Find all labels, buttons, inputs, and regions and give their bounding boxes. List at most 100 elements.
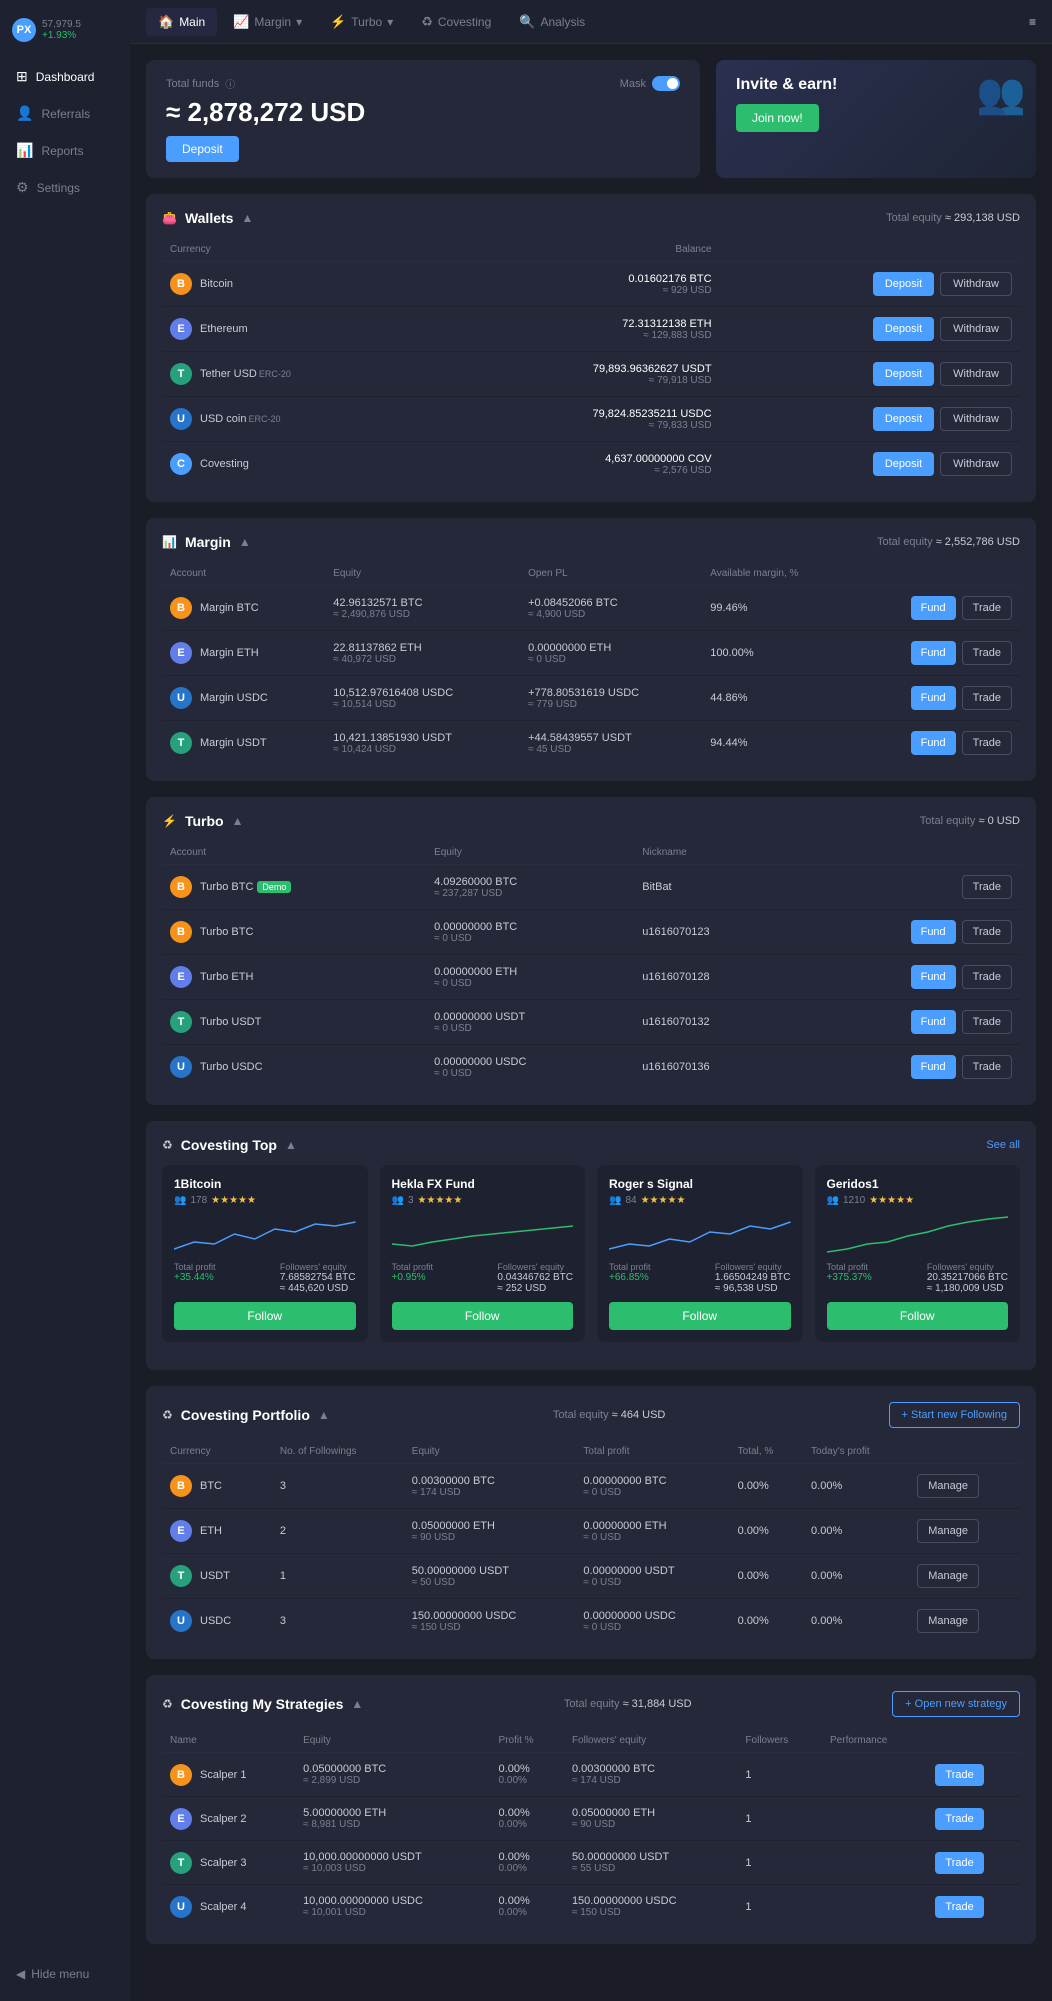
start-following-button[interactable]: + Start new Following [889,1402,1020,1428]
deposit-btn-tether[interactable]: Deposit [873,362,934,386]
portfolio-currency-USDT: T USDT [162,1554,272,1599]
topnav-menu-icon[interactable]: ≡ [1029,15,1036,29]
topnav-main[interactable]: 🏠 Main [146,8,217,36]
portfolio-profit-USDT: 0.00000000 USDT ≈ 0 USD [575,1554,729,1599]
turbo-trade-btn-turbo-btc[interactable]: Trade [962,920,1012,944]
turbo-account-cell: B Turbo BTC [162,910,426,955]
strategy-trade-btn-Scalper 3[interactable]: Trade [935,1852,983,1874]
withdraw-btn-covesting[interactable]: Withdraw [940,452,1012,476]
deposit-btn-ethereum[interactable]: Deposit [873,317,934,341]
followers-equity-label-1bitcoin: Followers' equity [280,1262,356,1272]
covesting-portfolio-collapse-icon[interactable]: ▲ [318,1408,330,1422]
topnav-turbo-label: Turbo [351,15,382,29]
turbo-fund-btn-turbo-usdt[interactable]: Fund [911,1010,956,1034]
trade-btn-margin-btc[interactable]: Trade [962,596,1012,620]
turbo-trade-btn-turbo-eth[interactable]: Trade [962,965,1012,989]
topnav-turbo[interactable]: ⚡ Turbo ▾ [318,8,405,36]
deposit-btn-bitcoin[interactable]: Deposit [873,272,934,296]
see-all-link[interactable]: See all [986,1139,1020,1151]
turbo-trade-btn-turbo-usdc[interactable]: Trade [962,1055,1012,1079]
manage-btn-BTC[interactable]: Manage [917,1474,979,1498]
margin-col-equity: Equity [325,562,520,586]
wallet-balance-bitcoin: 0.01602176 BTC ≈ 929 USD [458,262,720,307]
trade-btn-margin-usdc[interactable]: Trade [962,686,1012,710]
wallets-section: 👛 Wallets ▲ Total equity ≈ 293,138 USD C… [146,194,1036,502]
sidebar-item-referrals[interactable]: 👤 Referrals [0,95,130,132]
strategy-followers-equity-Scalper 2: 0.05000000 ETH ≈ 90 USD [564,1797,737,1841]
manage-btn-USDT[interactable]: Manage [917,1564,979,1588]
margin-equity: Total equity ≈ 2,552,786 USD [877,536,1020,548]
fund-btn-margin-usdc[interactable]: Fund [911,686,956,710]
fund-btn-margin-usdt[interactable]: Fund [911,731,956,755]
portfolio-total-pct-USDT: 0.00% [730,1554,803,1599]
margin-equity-margin-eth: 22.81137862 ETH ≈ 40,972 USD [325,631,520,676]
turbo-fund-btn-turbo-btc[interactable]: Fund [911,920,956,944]
withdraw-btn-tether[interactable]: Withdraw [940,362,1012,386]
sidebar-item-dashboard[interactable]: ⊞ Dashboard [0,58,130,95]
coin-icon-covesting: C [170,453,192,475]
open-strategy-button[interactable]: + Open new strategy [892,1691,1020,1717]
follow-btn-heklafx[interactable]: Follow [392,1302,574,1330]
main-deposit-button[interactable]: Deposit [166,136,239,162]
coin-icon-usdcoin: U [170,408,192,430]
total-profit-label-heklafx: Total profit [392,1262,434,1272]
margin-collapse-icon[interactable]: ▲ [239,535,251,549]
sidebar-item-label-referrals: Referrals [41,107,90,121]
follow-btn-roger[interactable]: Follow [609,1302,791,1330]
trade-btn-margin-eth[interactable]: Trade [962,641,1012,665]
turbo-fund-btn-turbo-usdc[interactable]: Fund [911,1055,956,1079]
withdraw-btn-ethereum[interactable]: Withdraw [940,317,1012,341]
covesting-top-icon: ♻ [162,1138,173,1152]
strategy-profit-Scalper 4: 0.00% 0.00% [491,1885,564,1929]
margin-name-margin-usdc: Margin USDC [200,692,268,704]
coin-icon-margin-eth: E [170,642,192,664]
hide-menu-button[interactable]: ◀ Hide menu [0,1957,130,1991]
margin-avail-margin-eth: 100.00% [702,631,851,676]
covesting-strategies-collapse-icon[interactable]: ▲ [351,1697,363,1711]
covesting-top-collapse-icon[interactable]: ▲ [285,1138,297,1152]
strategy-trade-btn-Scalper 2[interactable]: Trade [935,1808,983,1830]
covesting-strategies-icon: ♻ [162,1697,173,1711]
manage-btn-USDC[interactable]: Manage [917,1609,979,1633]
wallet-currency-cell: T Tether USDERC-20 [162,352,427,397]
margin-col-openpl: Open PL [520,562,702,586]
wallet-balance-tether: 79,893.96362627 USDT ≈ 79,918 USD [458,352,720,397]
topnav-covesting[interactable]: ♻ Covesting [409,8,503,36]
turbo-fund-btn-turbo-eth[interactable]: Fund [911,965,956,989]
covesting-portfolio-icon: ♻ [162,1408,173,1422]
withdraw-btn-bitcoin[interactable]: Withdraw [940,272,1012,296]
deposit-btn-usdcoin[interactable]: Deposit [873,407,934,431]
withdraw-btn-usdcoin[interactable]: Withdraw [940,407,1012,431]
sidebar-item-reports[interactable]: 📊 Reports [0,132,130,169]
cov-stars-1bitcoin: ★★★★★ [211,1195,256,1206]
sidebar-item-settings[interactable]: ⚙ Settings [0,169,130,206]
topnav-margin[interactable]: 📈 Margin ▾ [221,8,314,36]
turbo-trade-btn-turbo-usdt[interactable]: Trade [962,1010,1012,1034]
deposit-btn-covesting[interactable]: Deposit [873,452,934,476]
manage-btn-ETH[interactable]: Manage [917,1519,979,1543]
coin-icon-turbo-usdc: U [170,1056,192,1078]
wallets-collapse-icon[interactable]: ▲ [241,211,253,225]
cov-followers-1bitcoin: 👥 178 ★★★★★ [174,1195,356,1206]
turbo-trade-btn-turbo-btc-demo[interactable]: Trade [962,875,1012,899]
turbo-name-turbo-btc-demo: Turbo BTCDemo [200,881,291,893]
trade-btn-margin-usdt[interactable]: Trade [962,731,1012,755]
turbo-collapse-icon[interactable]: ▲ [232,814,244,828]
wallet-currency-cell: U USD coinERC-20 [162,397,427,442]
fund-btn-margin-eth[interactable]: Fund [911,641,956,665]
covesting-strategies-title: Covesting My Strategies [181,1696,344,1712]
strategy-trade-btn-Scalper 1[interactable]: Trade [935,1764,983,1786]
topnav-analysis[interactable]: 🔍 Analysis [507,8,597,36]
coin-icon-USDT: T [170,1565,192,1587]
follow-btn-1bitcoin[interactable]: Follow [174,1302,356,1330]
join-now-button[interactable]: Join now! [736,104,819,132]
strategy-trade-btn-Scalper 4[interactable]: Trade [935,1896,983,1918]
turbo-equity-turbo-btc-demo: 4.09260000 BTC ≈ 237,287 USD [426,865,634,910]
fund-btn-margin-btc[interactable]: Fund [911,596,956,620]
mask-toggle-switch[interactable] [652,76,680,91]
portfolio-currency-BTC: B BTC [162,1464,272,1509]
follow-btn-geridos1[interactable]: Follow [827,1302,1009,1330]
margin-header: 📊 Margin ▲ Total equity ≈ 2,552,786 USD [162,534,1020,550]
turbo-equity-turbo-usdt: 0.00000000 USDT ≈ 0 USD [426,1000,634,1045]
followers-equity-usd-heklafx: ≈ 252 USD [497,1283,573,1294]
